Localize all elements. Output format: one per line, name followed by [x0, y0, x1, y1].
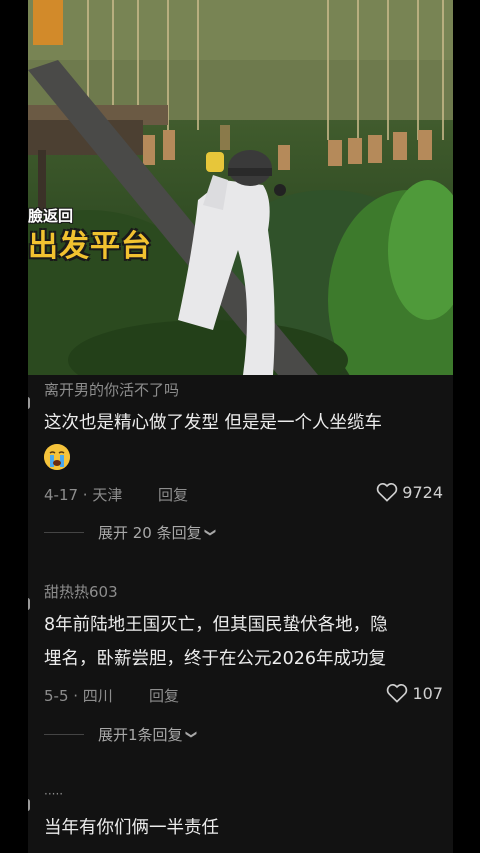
comment-text-line: 8年前陆地王国灭亡，但其国民蛰伏各地，隐	[44, 615, 388, 635]
comment-username[interactable]: 甜热热603	[44, 581, 118, 602]
crying-face-icon	[44, 444, 70, 470]
expand-replies-label: 展开1条回复	[98, 726, 183, 744]
comment-username[interactable]: 离开男的你活不了吗	[44, 379, 179, 400]
video-caption: 出发平台	[28, 229, 152, 264]
comment-text: 当年有你们俩一半责任	[44, 818, 219, 838]
avatar[interactable]	[28, 397, 30, 409]
comment-date-location: 4-17 · 天津	[44, 486, 123, 504]
expand-replies-button[interactable]: 展开 20 条回复 ❯	[44, 522, 217, 543]
comment-item[interactable]: 离开男的你活不了吗 这次也是精心做了发型 但是是一个人坐缆车 4-17 · 天津…	[28, 375, 453, 545]
like-count: 107	[412, 683, 443, 703]
chevron-down-icon: ❯	[184, 729, 198, 740]
avatar[interactable]	[28, 598, 30, 610]
comment-date-location: 5-5 · 四川	[44, 687, 113, 705]
app-frame: 臉返回 出发平台 离开男的你活不了吗 这次也是精心做了发型 但是是一个人坐缆车 …	[28, 0, 453, 853]
like-button[interactable]: 9724	[376, 482, 443, 502]
avatar[interactable]	[28, 799, 30, 811]
like-count: 9724	[402, 482, 443, 502]
comment-item[interactable]: 甜热热603 8年前陆地王国灭亡，但其国民蛰伏各地，隐 埋名，卧薪尝胆，终于在公…	[28, 578, 453, 753]
video-frame-illustration	[28, 0, 453, 375]
heart-outline-icon	[377, 483, 398, 502]
video-caption-top: 臉返回	[28, 207, 74, 225]
heart-outline-icon	[387, 684, 408, 703]
comment-text-line: 埋名，卧薪尝胆，终于在公元2026年成功复	[44, 649, 387, 669]
expand-replies-button[interactable]: 展开1条回复 ❯	[44, 724, 198, 745]
reply-button[interactable]: 回复	[149, 685, 179, 706]
chevron-down-icon: ❯	[203, 527, 217, 538]
expand-replies-label: 展开 20 条回复	[98, 524, 202, 542]
comment-text: 这次也是精心做了发型 但是是一个人坐缆车	[44, 413, 383, 433]
like-button[interactable]: 107	[386, 683, 443, 703]
reply-button[interactable]: 回复	[158, 484, 188, 505]
comment-username[interactable]: ·····	[44, 787, 63, 801]
comment-item[interactable]: ····· 当年有你们俩一半责任	[28, 785, 453, 853]
video-player[interactable]: 臉返回 出发平台	[28, 0, 453, 375]
